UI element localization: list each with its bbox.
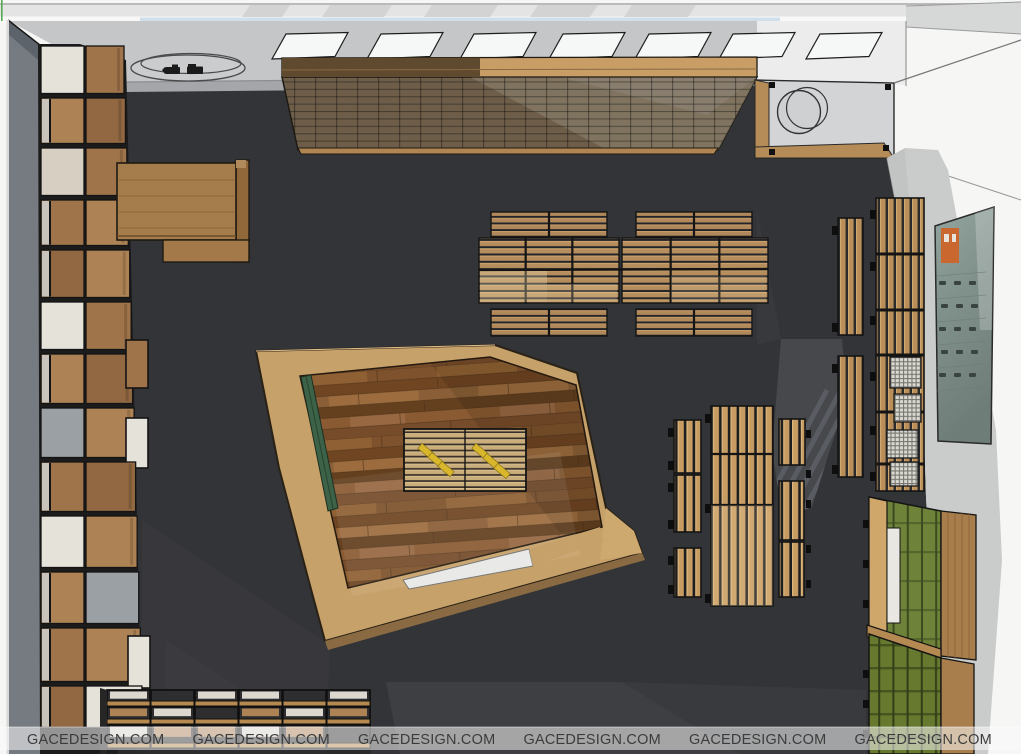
svg-text:GACEDESIGN.COM: GACEDESIGN.COM xyxy=(689,732,826,748)
svg-text:GACEDESIGN.COM: GACEDESIGN.COM xyxy=(193,732,330,748)
svg-text:GACEDESIGN.COM: GACEDESIGN.COM xyxy=(524,732,661,748)
svg-text:GACEDESIGN.COM: GACEDESIGN.COM xyxy=(855,732,992,748)
svg-text:GACEDESIGN.COM: GACEDESIGN.COM xyxy=(358,732,495,748)
svg-text:GACEDESIGN.COM: GACEDESIGN.COM xyxy=(27,732,164,748)
